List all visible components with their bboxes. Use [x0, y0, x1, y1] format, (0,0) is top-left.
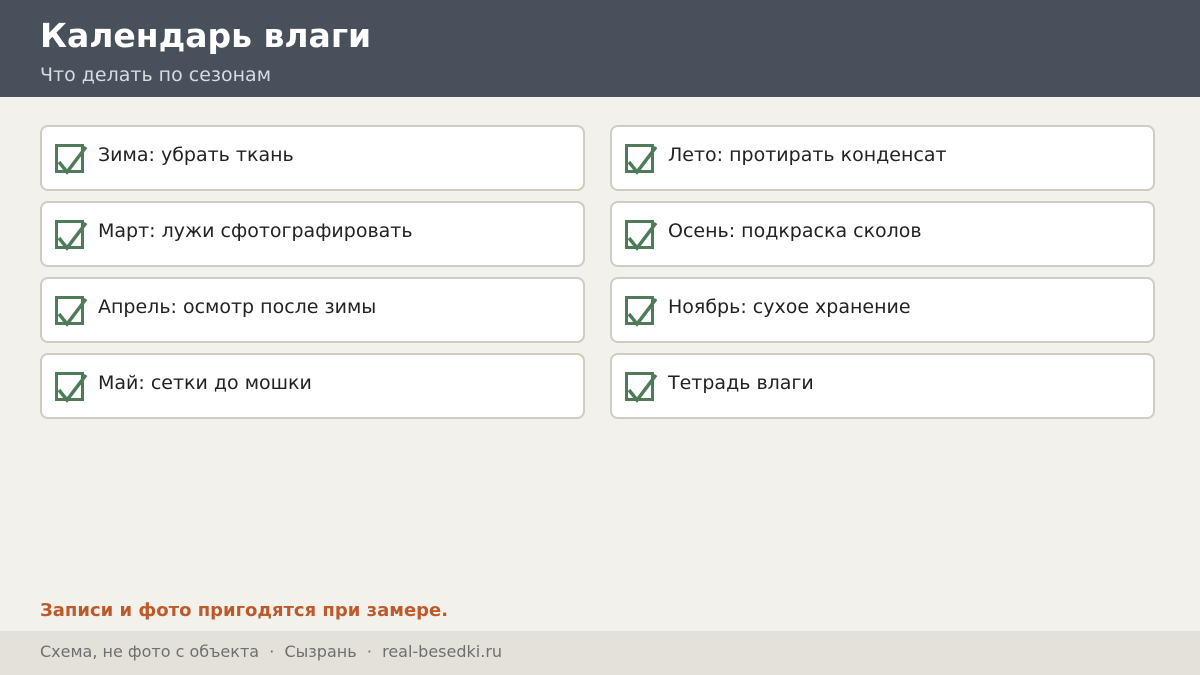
checklist-item-moisture-log[interactable]: Тетрадь влаги — [610, 353, 1155, 419]
checklist-item-label: Апрель: осмотр после зимы — [98, 296, 377, 318]
checklist-item-november[interactable]: Ноябрь: сухое хранение — [610, 277, 1155, 343]
footer-text: Схема, не фото с объекта · Сызрань · rea… — [40, 642, 503, 661]
checklist-item-winter[interactable]: Зима: убрать ткань — [40, 125, 585, 191]
checklist-item-april[interactable]: Апрель: осмотр после зимы — [40, 277, 585, 343]
page-subtitle: Что делать по сезонам — [40, 64, 272, 86]
checklist-item-label: Март: лужи сфотографировать — [98, 220, 413, 242]
checkbox-checked-icon[interactable] — [55, 296, 88, 327]
page-title: Календарь влаги — [40, 16, 372, 55]
accent-note: Записи и фото пригодятся при замере. — [40, 600, 449, 621]
checkbox-checked-icon[interactable] — [55, 144, 88, 175]
checkbox-checked-icon[interactable] — [55, 372, 88, 403]
checklist-item-label: Тетрадь влаги — [668, 372, 814, 394]
checkbox-checked-icon[interactable] — [625, 220, 658, 251]
header-bar: Календарь влаги Что делать по сезонам — [0, 0, 1200, 97]
checkbox-checked-icon[interactable] — [625, 144, 658, 175]
checklist-item-may[interactable]: Май: сетки до мошки — [40, 353, 585, 419]
checklist-item-label: Зима: убрать ткань — [98, 144, 294, 166]
checklist-item-label: Ноябрь: сухое хранение — [668, 296, 911, 318]
checklist-item-summer[interactable]: Лето: протирать конденсат — [610, 125, 1155, 191]
checkbox-checked-icon[interactable] — [55, 220, 88, 251]
checklist-item-label: Лето: протирать конденсат — [668, 144, 947, 166]
checklist-item-label: Май: сетки до мошки — [98, 372, 312, 394]
checklist-item-autumn[interactable]: Осень: подкраска сколов — [610, 201, 1155, 267]
checklist-item-march[interactable]: Март: лужи сфотографировать — [40, 201, 585, 267]
footer-bar: Схема, не фото с объекта · Сызрань · rea… — [0, 631, 1200, 675]
checklist-item-label: Осень: подкраска сколов — [668, 220, 922, 242]
checkbox-checked-icon[interactable] — [625, 296, 658, 327]
checkbox-checked-icon[interactable] — [625, 372, 658, 403]
